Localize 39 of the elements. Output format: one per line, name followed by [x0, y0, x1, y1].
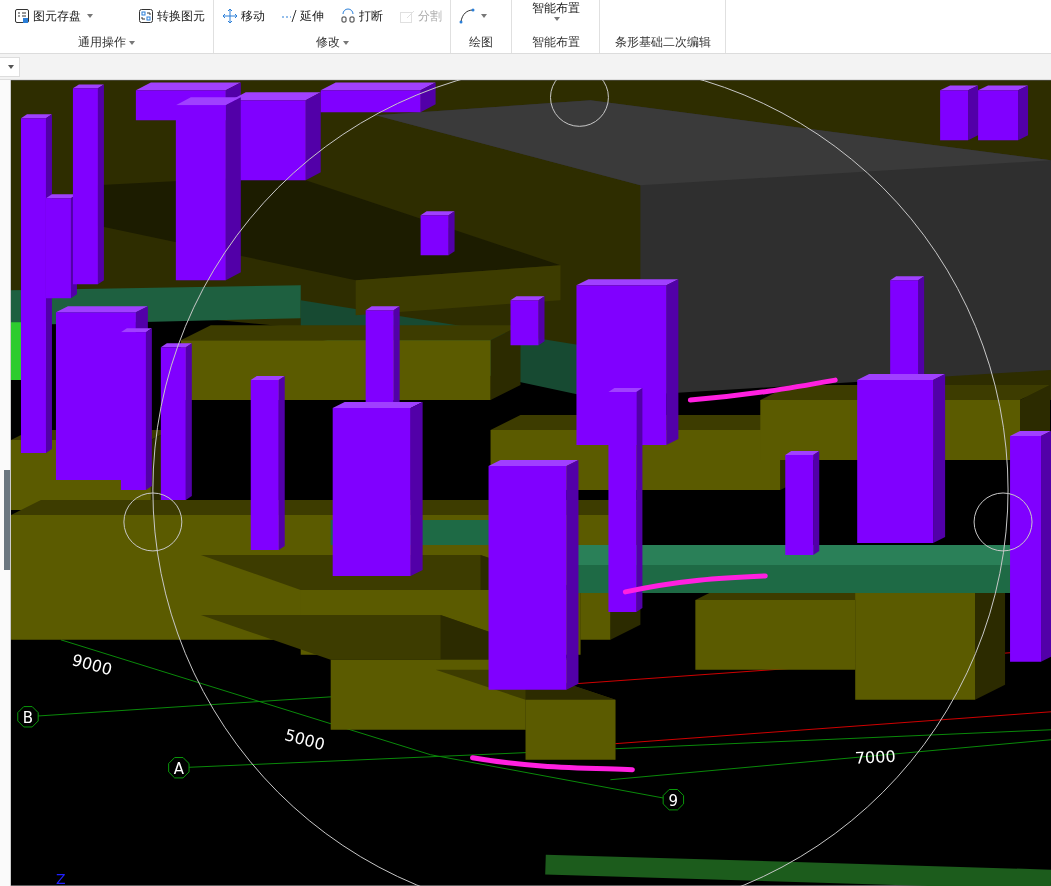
toolbar-button[interactable]: 打断 — [338, 5, 385, 27]
column — [420, 211, 455, 256]
axis-bubble: A — [168, 757, 190, 779]
group-label[interactable]: 智能布置 — [518, 32, 593, 53]
extend-line-icon — [281, 8, 297, 24]
toolbar-button[interactable]: 图元存盘 — [12, 5, 95, 27]
caret-icon — [8, 64, 14, 69]
dimension-label: 9000 — [69, 650, 115, 680]
move-arrows-icon — [222, 8, 238, 24]
dimension-label: 5000 — [282, 725, 327, 755]
toolbar-button[interactable]: 转换图元 — [136, 5, 207, 27]
caret-icon — [129, 40, 135, 45]
3d-viewport[interactable]: 9000 5000 7000 B A 9 Z — [11, 80, 1051, 886]
caret-icon — [554, 17, 560, 21]
column — [940, 85, 979, 141]
convert-icon — [138, 8, 154, 24]
toolbar-button[interactable] — [457, 6, 489, 26]
split-icon — [399, 8, 415, 24]
dimension-label: 7000 — [854, 746, 896, 768]
toolbar-button[interactable]: 智能布置 — [531, 0, 580, 21]
column — [510, 296, 545, 346]
caret-icon — [342, 40, 349, 45]
column — [978, 85, 1028, 141]
group-label[interactable]: 通用操作 — [6, 32, 207, 53]
axis-indicator-label: Z — [55, 870, 66, 886]
group-label[interactable]: 修改 — [220, 32, 444, 53]
dropdown-field[interactable] — [0, 56, 20, 77]
arc-icon — [459, 8, 475, 24]
toolbar-button[interactable]: 延伸 — [279, 5, 326, 27]
axis-bubble: B — [17, 706, 39, 728]
axis-bubble: 9 — [662, 789, 685, 811]
caret-icon — [481, 14, 487, 18]
save-table-icon — [14, 8, 30, 24]
panel-collapse-handle[interactable] — [4, 470, 10, 570]
toolbar-button[interactable]: 移动 — [220, 5, 267, 27]
group-label[interactable]: 条形基础二次编辑 — [606, 32, 719, 53]
group-label[interactable]: 绘图 — [457, 32, 505, 53]
caret-icon — [87, 14, 93, 18]
break-icon — [340, 8, 356, 24]
